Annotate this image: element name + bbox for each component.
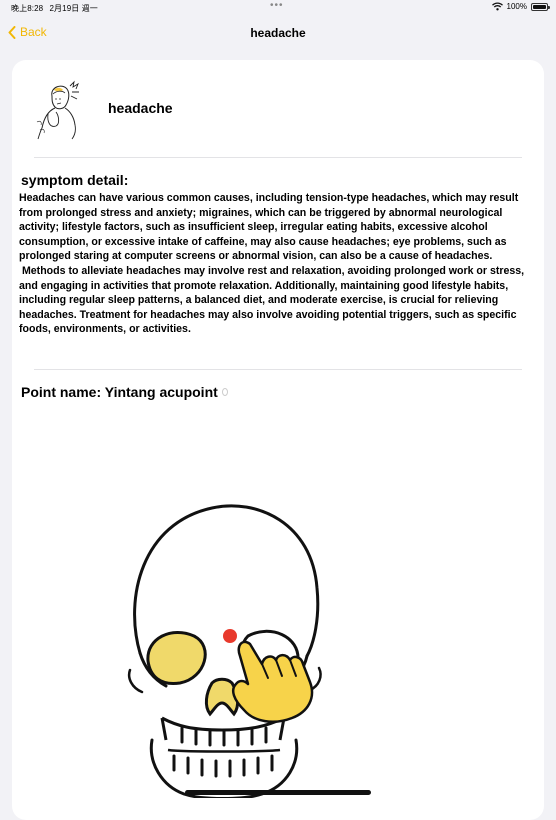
symptom-detail-heading: symptom detail:: [21, 172, 129, 188]
status-indicators: 100%: [491, 2, 550, 11]
symptom-card: headache symptom detail: Headaches can h…: [12, 60, 544, 820]
acupoint-name: Point name: Yintang acupoint: [21, 384, 228, 400]
acupoint-label: Point name: Yintang acupoint: [21, 384, 218, 400]
battery-icon: [531, 2, 550, 11]
symptom-detail-text: Headaches can have various common causes…: [19, 192, 525, 336]
home-indicator[interactable]: [185, 790, 371, 795]
symptom-title: headache: [108, 100, 173, 116]
divider: [34, 369, 522, 370]
status-time: 晚上8:28: [11, 4, 44, 13]
divider: [34, 157, 522, 158]
status-date: 2月19日 週一: [49, 4, 98, 13]
status-time-date: 晚上8:28 2月19日 週一: [11, 3, 98, 14]
skull-acupoint-illustration: [127, 504, 322, 798]
status-bar: 晚上8:28 2月19日 週一 ••• 100%: [0, 0, 556, 16]
wifi-icon: [491, 2, 503, 11]
text-cursor-icon: [221, 388, 228, 396]
navigation-bar: Back headache: [0, 16, 556, 52]
multitasking-dots[interactable]: •••: [270, 0, 284, 11]
battery-percent: 100%: [506, 2, 527, 11]
headache-person-icon: [36, 80, 79, 140]
page-title: headache: [250, 26, 306, 40]
